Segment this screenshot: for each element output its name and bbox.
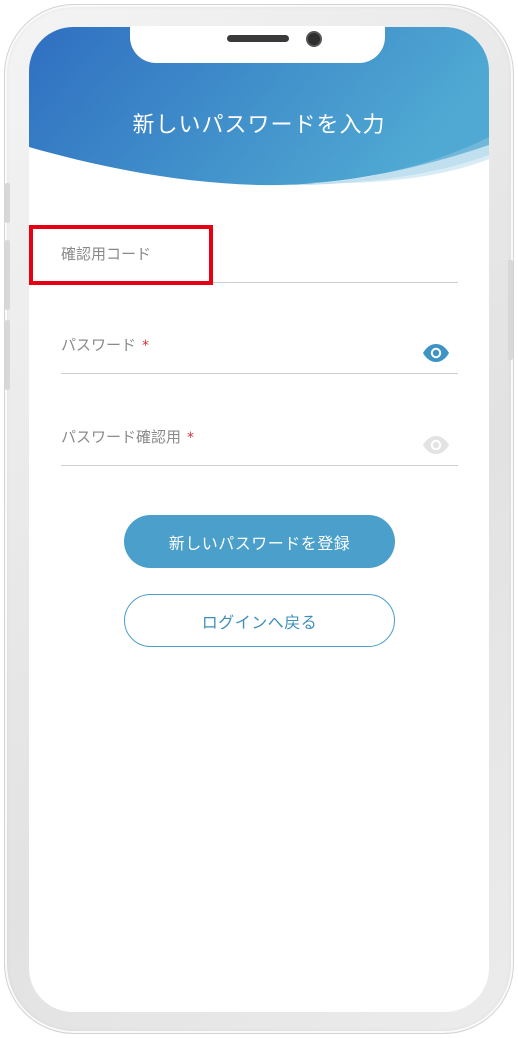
side-button (5, 320, 10, 390)
eye-icon[interactable] (422, 435, 450, 455)
password-confirm-field[interactable]: パスワード確認用 * (61, 406, 458, 466)
side-button (5, 183, 10, 223)
required-mark: * (142, 338, 150, 354)
speaker-icon (227, 35, 289, 42)
side-button (5, 240, 10, 310)
side-button (508, 260, 513, 360)
register-password-button[interactable]: 新しいパスワードを登録 (124, 515, 395, 568)
password-field[interactable]: パスワード * (61, 314, 458, 374)
password-confirm-label: パスワード確認用 * (61, 428, 195, 446)
eye-icon[interactable] (422, 343, 450, 363)
camera-icon (306, 31, 322, 47)
back-to-login-button[interactable]: ログインへ戻る (124, 594, 395, 647)
page-title: 新しいパスワードを入力 (132, 113, 386, 138)
required-mark: * (187, 430, 195, 446)
password-label: パスワード * (61, 336, 150, 354)
highlight-box (29, 225, 213, 285)
phone-notch (130, 26, 385, 63)
